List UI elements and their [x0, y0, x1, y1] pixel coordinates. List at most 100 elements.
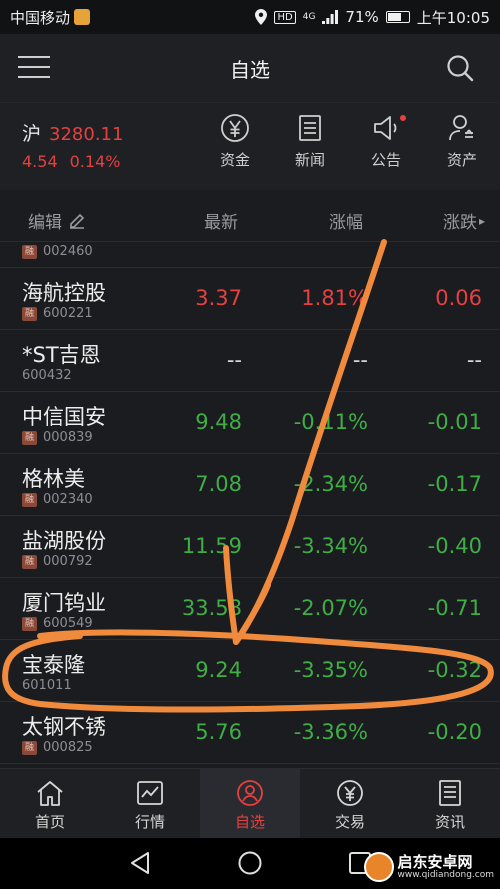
battery-percent: 71%	[345, 8, 379, 26]
stock-latest-price: 9.48	[195, 410, 242, 434]
stock-change-pct: -3.36%	[293, 720, 368, 744]
tab-watchlist[interactable]: 自选	[200, 769, 300, 839]
index-value: 3280.11	[49, 124, 124, 145]
stock-name: 盐湖股份	[22, 529, 106, 553]
tab-label: 首页	[34, 813, 65, 831]
status-icons: HD 4G 71% 上午10:05	[255, 7, 490, 28]
column-header-change-pct[interactable]: 涨幅	[329, 208, 363, 233]
stock-latest-price: --	[226, 348, 242, 372]
yen-circle-icon	[221, 114, 249, 142]
stock-row[interactable]: 格林美融 002340 7.08 -2.34% -0.17	[0, 454, 500, 516]
user-assets-icon	[449, 115, 473, 141]
edit-pencil-icon	[70, 213, 85, 229]
stock-code: 000839	[43, 430, 93, 445]
stock-row[interactable]: 太钢不锈融 000825 5.76 -3.36% -0.20	[0, 702, 500, 764]
stock-row[interactable]: *ST吉恩 600432 -- -- --	[0, 330, 500, 392]
stock-row[interactable]: 盐湖股份融 000792 11.59 -3.34% -0.40	[0, 516, 500, 578]
stock-code-line: 融 000839	[22, 430, 93, 445]
carrier-name: 中国移动	[10, 8, 71, 27]
stock-latest-price: 3.37	[195, 286, 242, 310]
stock-change-pct: -3.35%	[293, 658, 368, 682]
column-header-change-amt-label: 涨跌	[443, 213, 477, 233]
home-circle-icon[interactable]	[237, 850, 263, 876]
index-change: 4.54	[22, 152, 58, 171]
quick-action-label: 资产	[446, 151, 477, 169]
stock-row[interactable]: 中信国安融 000839 9.48 -0.11% -0.01	[0, 392, 500, 454]
stock-code-line: 600432	[22, 368, 72, 383]
megaphone-icon	[374, 116, 397, 140]
tab-market[interactable]: 行情	[100, 769, 200, 839]
stock-name: *ST吉恩	[22, 343, 101, 367]
stock-code: 601011	[22, 678, 72, 693]
stock-row[interactable]: 厦门钨业融 600549 33.58 -2.07% -0.71	[0, 578, 500, 640]
edit-button[interactable]: 编辑	[28, 208, 86, 233]
quick-action-announcements[interactable]: 公告	[356, 113, 416, 170]
watermark-text: 启东安卓网	[397, 853, 473, 871]
hamburger-menu-icon[interactable]	[18, 56, 50, 80]
tab-label: 自选	[234, 813, 265, 831]
chart-icon	[137, 781, 163, 805]
index-summary[interactable]: 沪 3280.11 4.54 0.14%	[22, 119, 123, 171]
back-icon[interactable]	[128, 850, 152, 876]
stock-name: 海航控股	[22, 281, 106, 305]
stock-code-line: 融 000825	[22, 740, 93, 755]
stock-name: 中信国安	[22, 405, 106, 429]
stock-row[interactable]: 海航控股融 600221 3.37 1.81% 0.06	[0, 268, 500, 330]
index-market: 沪	[22, 123, 42, 145]
stock-code: 002460	[43, 244, 93, 259]
stock-row[interactable]: 宝泰隆 601011 9.24 -3.35% -0.32	[0, 640, 500, 702]
battery-icon	[385, 11, 410, 23]
quick-action-news[interactable]: 新闻	[280, 113, 340, 170]
edit-label: 编辑	[28, 213, 62, 233]
stock-code-line: 融 600549	[22, 616, 93, 631]
margin-trading-badge: 融	[22, 306, 37, 321]
stock-change-amt: 0.06	[435, 286, 482, 310]
stock-change-amt: -0.32	[427, 658, 482, 682]
stock-latest-price: 7.08	[195, 472, 242, 496]
news-icon	[439, 780, 461, 806]
home-icon	[37, 781, 63, 806]
stock-change-pct: --	[352, 348, 368, 372]
tab-news[interactable]: 资讯	[400, 769, 500, 839]
search-icon[interactable]	[446, 54, 474, 82]
watermark-url: www.qidiandong.com	[397, 870, 494, 880]
stock-code: 600221	[43, 306, 93, 321]
stock-change-amt: -0.01	[427, 410, 482, 434]
stock-change-amt: -0.40	[427, 534, 482, 558]
stock-change-amt: -0.71	[427, 596, 482, 620]
top-nav-bar: 自选	[0, 34, 500, 102]
quick-action-assets[interactable]: 资产	[432, 113, 492, 170]
column-header-latest[interactable]: 最新	[204, 208, 238, 233]
margin-trading-badge: 融	[22, 492, 37, 507]
stock-change-pct: -0.11%	[293, 410, 368, 434]
margin-trading-badge: 融	[22, 740, 37, 755]
stock-code-line: 融 600221	[22, 306, 93, 321]
network-type: 4G	[302, 12, 316, 22]
stock-name: 宝泰隆	[22, 653, 85, 677]
stock-code: 000792	[43, 554, 93, 569]
margin-trading-badge: 融	[22, 244, 37, 259]
stock-latest-price: 5.76	[195, 720, 242, 744]
page-title: 自选	[230, 57, 270, 82]
stock-name: 格林美	[22, 467, 85, 491]
stock-code: 002340	[43, 492, 93, 507]
stock-code: 600432	[22, 368, 72, 383]
tab-home[interactable]: 首页	[0, 769, 100, 839]
stock-code: 000825	[43, 740, 93, 755]
margin-trading-badge: 融	[22, 554, 37, 569]
tab-trade[interactable]: 交易	[300, 769, 400, 839]
index-panel: 沪 3280.11 4.54 0.14% 资金 新闻 公告 资产	[0, 102, 500, 190]
column-header-change-amt[interactable]: 涨跌 ▸	[443, 208, 485, 233]
watermark-logo	[363, 852, 394, 882]
stock-code-line: 601011	[22, 678, 72, 693]
quick-action-label: 新闻	[294, 151, 325, 169]
watchlist: 融 002460 海航控股融 600221 3.37 1.81% 0.06 *ST吉恩 6004…	[0, 242, 500, 768]
stock-latest-price: 9.24	[195, 658, 242, 682]
watermark: 启东安卓网 www.qidiandong.com	[363, 852, 494, 882]
quick-action-funds[interactable]: 资金	[205, 113, 265, 170]
stock-change-pct: -2.07%	[293, 596, 368, 620]
stock-row[interactable]: 融 002460	[0, 242, 500, 268]
carrier: 中国移动	[10, 7, 91, 28]
stock-change-amt: -0.17	[427, 472, 482, 496]
stock-name: 太钢不锈	[22, 715, 106, 739]
